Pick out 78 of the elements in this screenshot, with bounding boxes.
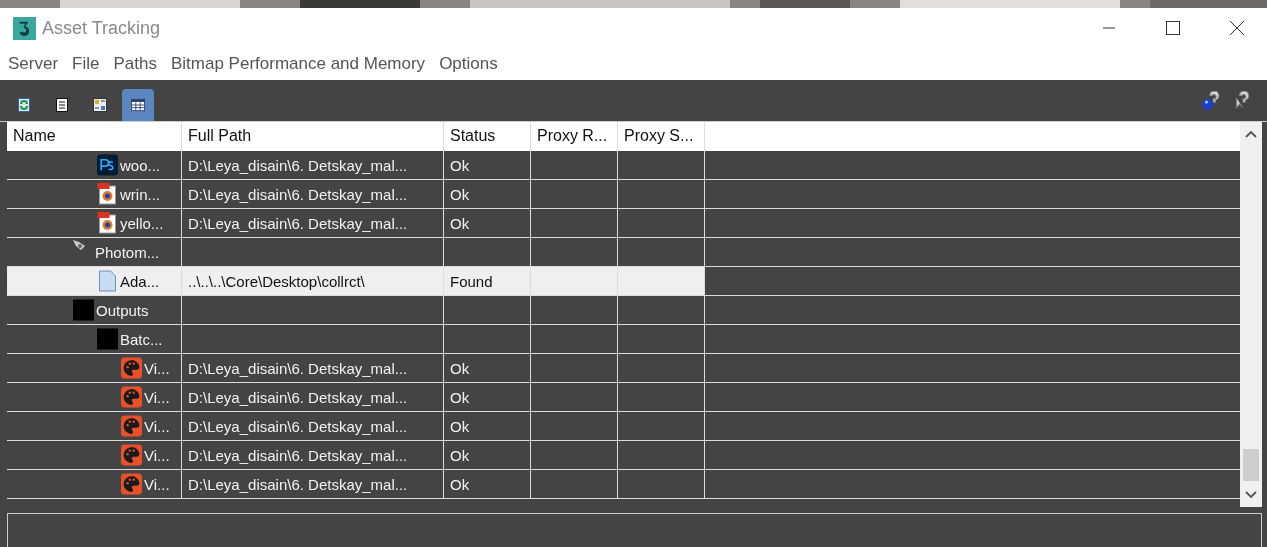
table-cell: D:\Leya_disain\6. Detskay_mal... [188, 446, 408, 464]
table-cell[interactable]: Photom... [95, 243, 160, 261]
table-row[interactable]: Batc... [7, 325, 705, 353]
folder-icon [73, 299, 94, 321]
table-cell[interactable]: yello... [120, 214, 164, 232]
table-cell: D:\Leya_disain\6. Detskay_mal... [188, 417, 408, 435]
table-row[interactable]: woo... D:\Leya_disain\6. Detskay_mal... Ok [7, 151, 705, 179]
menu-item[interactable]: Options [439, 54, 498, 74]
palette-icon [121, 415, 142, 437]
thumbnails-icon [93, 98, 107, 112]
palette-icon [121, 357, 142, 379]
table-row[interactable]: yello... D:\Leya_disain\6. Detskay_mal... Ok [7, 209, 705, 237]
table-row[interactable]: Ada... ..\..\..\Core\Desktop\collrct\ Found [7, 267, 705, 295]
table-cell: ..\..\..\Core\Desktop\collrct\ [188, 272, 365, 290]
table-cell: D:\Leya_disain\6. Detskay_mal... [188, 359, 408, 377]
photoshop-file-icon [97, 154, 118, 176]
table-cell: D:\Leya_disain\6. Detskay_mal... [188, 214, 408, 232]
folder-icon [97, 328, 118, 350]
image-file-icon [97, 183, 118, 205]
table-cell: D:\Leya_disain\6. Detskay_mal... [188, 185, 408, 203]
palette-icon [121, 473, 142, 495]
table-cell: Ok [450, 359, 470, 377]
table-cell: Ok [450, 475, 470, 493]
photometric-icon [73, 240, 85, 250]
menu-item[interactable]: Bitmap Performance and Memory [170, 54, 426, 74]
column-header[interactable]: Status [444, 122, 531, 151]
table-row[interactable]: Vi... D:\Leya_disain\6. Detskay_mal... Ok [7, 441, 705, 469]
column-header[interactable]: Proxy S... [618, 122, 705, 151]
table-icon [131, 98, 145, 112]
table-cell[interactable]: Vi... [144, 417, 170, 435]
table-cell: Ok [450, 388, 470, 406]
close-icon[interactable] [1229, 20, 1245, 36]
table-cell: D:\Leya_disain\6. Detskay_mal... [188, 475, 408, 493]
list-icon [55, 98, 69, 112]
scroll-down-icon[interactable] [1245, 491, 1257, 499]
table-row[interactable]: Vi... D:\Leya_disain\6. Detskay_mal... Ok [7, 412, 705, 440]
table-cell: D:\Leya_disain\6. Detskay_mal... [188, 156, 408, 174]
image-file-icon [97, 212, 118, 234]
window-title: Asset Tracking [42, 17, 161, 39]
table-cell: Found [450, 272, 493, 290]
app-logo-icon [13, 16, 36, 40]
column-header[interactable]: Full Path [182, 122, 444, 151]
table-cell: Ok [450, 417, 470, 435]
table-cell[interactable]: Vi... [144, 388, 170, 406]
palette-icon [121, 444, 142, 466]
table-row[interactable]: Vi... D:\Leya_disain\6. Detskay_mal... Ok [7, 470, 705, 498]
menu-item[interactable]: Paths [113, 54, 157, 74]
table-cell[interactable]: Vi... [144, 446, 170, 464]
refresh-icon [17, 98, 31, 112]
table-view-button[interactable] [122, 89, 154, 121]
column-header[interactable]: Proxy R... [531, 122, 618, 151]
scroll-thumb[interactable] [1243, 449, 1259, 481]
menu-item[interactable]: Server [8, 54, 59, 74]
table-row[interactable]: wrin... D:\Leya_disain\6. Detskay_mal... Ok [7, 180, 705, 208]
table-cell: Ok [450, 185, 470, 203]
table-cell: Ok [450, 156, 470, 174]
table-cell[interactable]: Outputs [96, 301, 149, 319]
maximize-icon[interactable] [1165, 20, 1181, 36]
table-row[interactable]: Vi... D:\Leya_disain\6. Detskay_mal... Ok [7, 383, 705, 411]
table-cell: Ok [450, 214, 470, 232]
table-cell[interactable]: Batc... [120, 330, 163, 348]
palette-icon [121, 386, 142, 408]
table-cell: Ok [450, 446, 470, 464]
table-row[interactable]: Vi... D:\Leya_disain\6. Detskay_mal... Ok [7, 354, 705, 382]
scrollbar[interactable] [1240, 122, 1262, 507]
table-cell[interactable]: Vi... [144, 475, 170, 493]
table-row[interactable]: Photom... [7, 238, 705, 266]
online-help-icon[interactable] [1201, 90, 1221, 111]
column-header[interactable]: Name [7, 122, 182, 151]
table-cell: D:\Leya_disain\6. Detskay_mal... [188, 388, 408, 406]
table-cell[interactable]: wrin... [120, 185, 160, 203]
menu-item[interactable]: File [72, 54, 100, 74]
table-cell[interactable]: Vi... [144, 359, 170, 377]
table-cell[interactable]: Ada... [120, 272, 160, 290]
scroll-up-icon[interactable] [1245, 130, 1257, 138]
table-row[interactable]: Outputs [7, 296, 705, 324]
file-icon [97, 270, 118, 292]
table-cell[interactable]: woo... [120, 156, 161, 174]
